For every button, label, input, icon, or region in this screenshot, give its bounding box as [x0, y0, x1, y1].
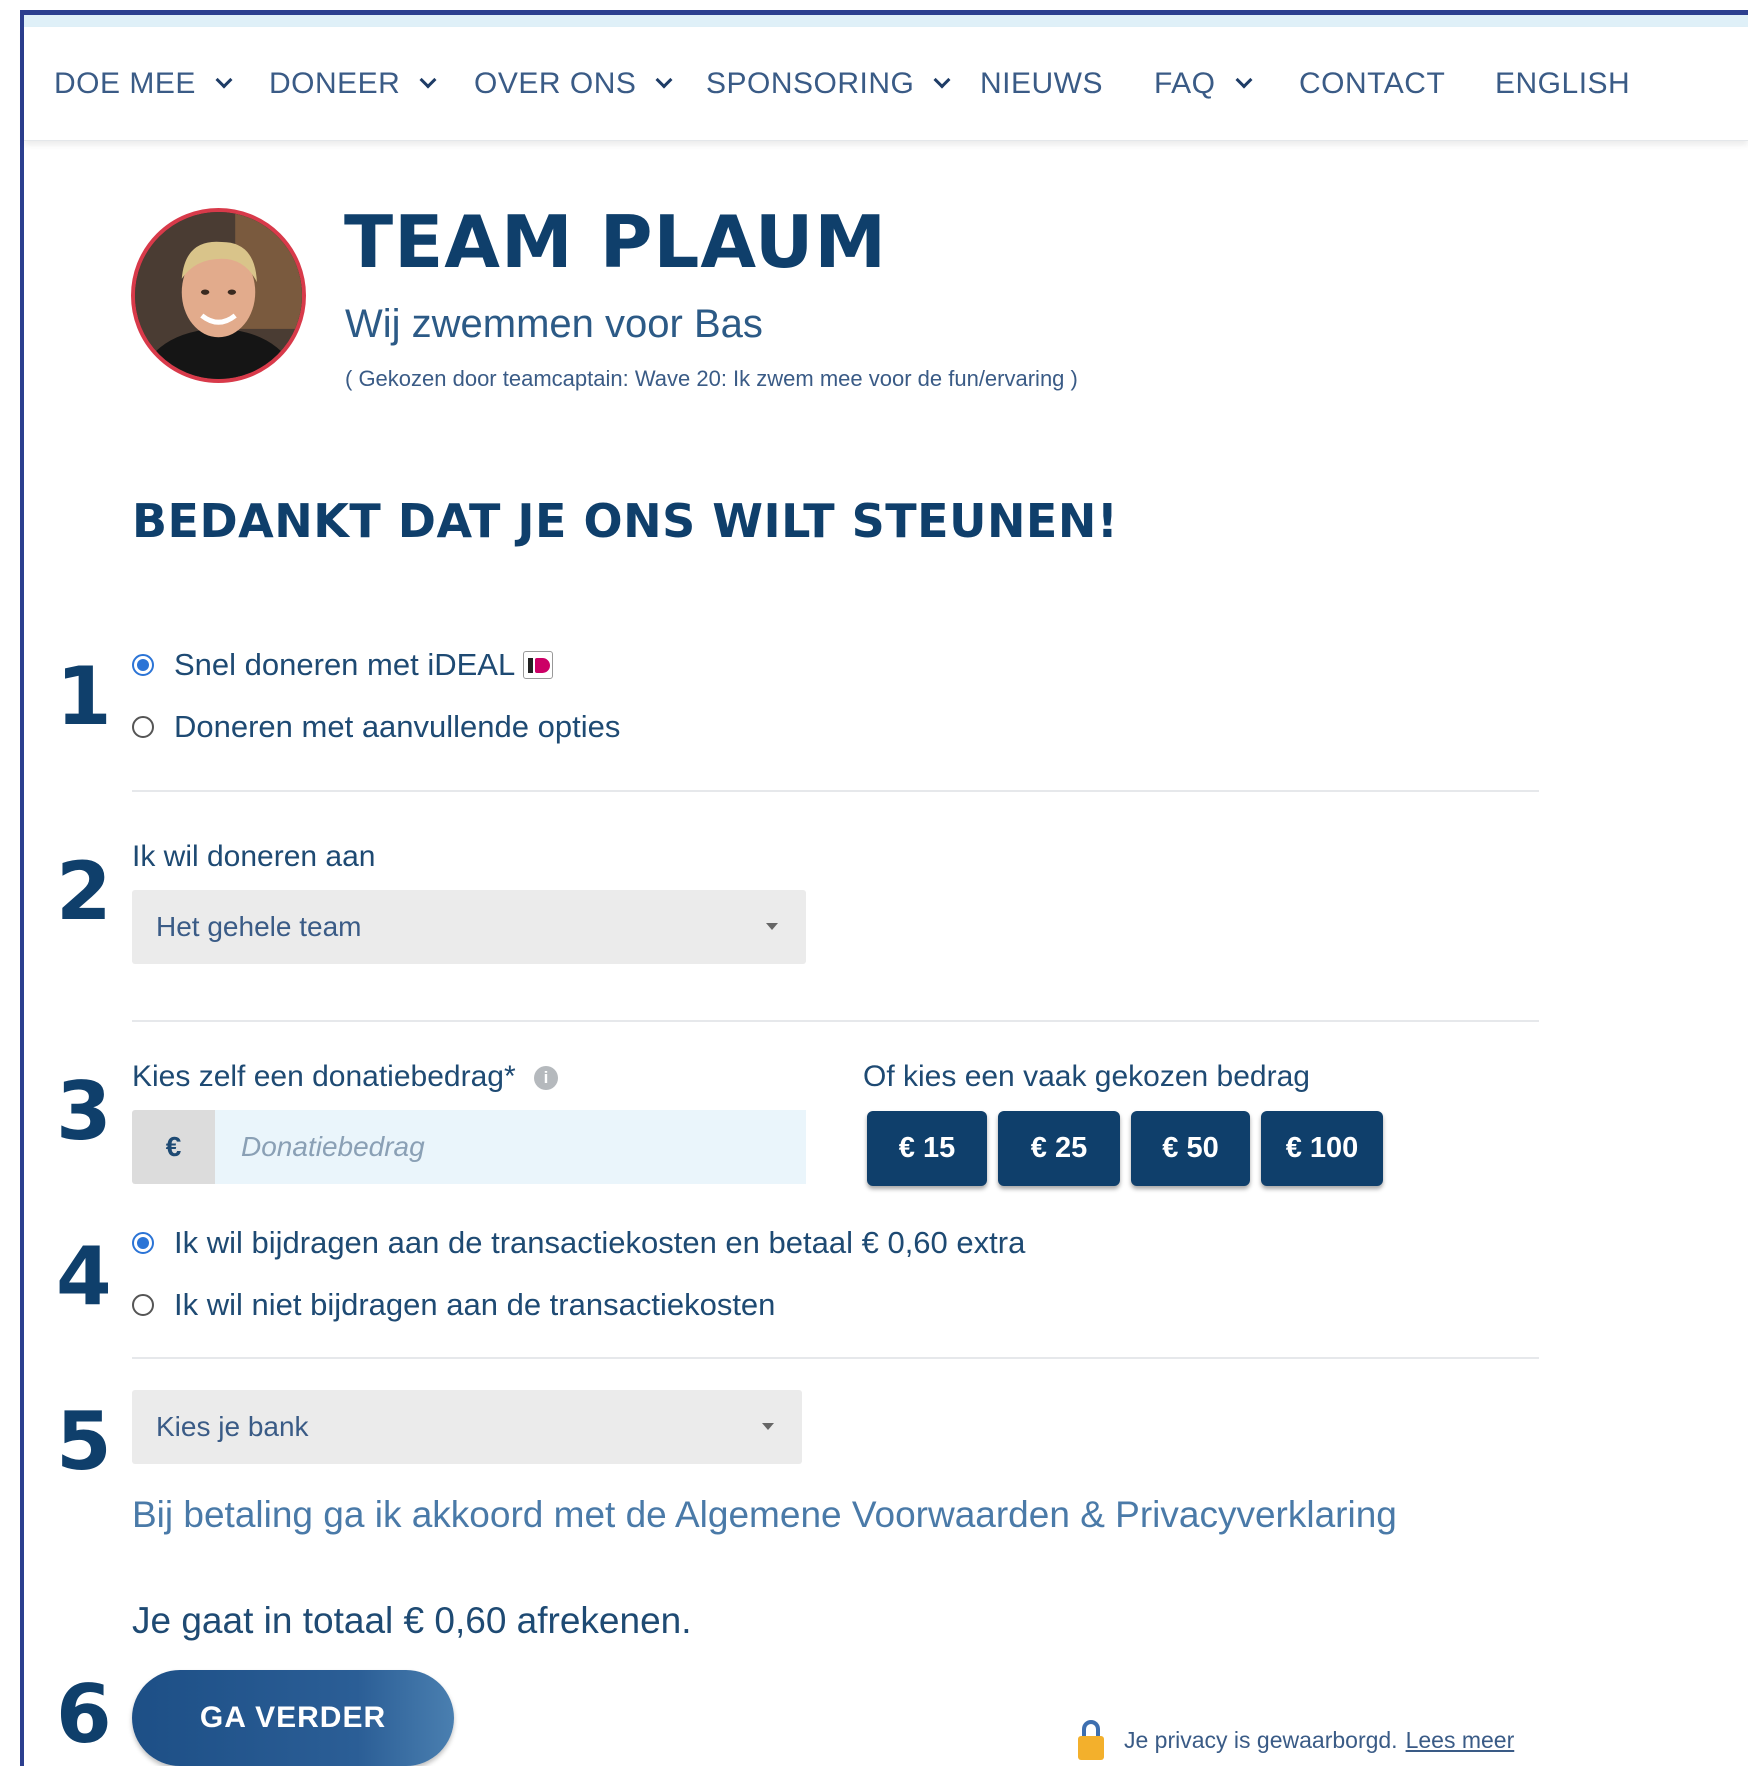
privacy-read-more-link[interactable]: Lees meer [1406, 1727, 1515, 1754]
team-title: TEAM PLAUM [344, 200, 888, 284]
preset-amounts-label: Of kies een vaak gekozen bedrag [863, 1060, 1310, 1093]
nav-item-label: DOE MEE [54, 67, 196, 100]
preset-amount-15-button[interactable]: € 15 [867, 1111, 987, 1186]
ideal-logo-icon [523, 651, 554, 679]
nav-item-label: SPONSORING [706, 67, 915, 100]
team-subtitle: Wij zwemmen voor Bas [345, 302, 763, 346]
nav-item-label: NIEUWS [980, 67, 1103, 100]
recipient-select-value: Het gehele team [156, 911, 362, 942]
amount-input-group[interactable]: € [132, 1110, 806, 1184]
nav-item-label: CONTACT [1299, 67, 1446, 100]
radio-extra-options[interactable]: Doneren met aanvullende opties [132, 709, 620, 745]
preset-amount-100-button[interactable]: € 100 [1261, 1111, 1383, 1186]
chevron-down-icon [419, 71, 437, 89]
chevron-down-icon [933, 71, 951, 89]
total-amount-text: Je gaat in totaal € 0,60 afrekenen. [132, 1600, 692, 1641]
custom-amount-label-text: Kies zelf een donatiebedrag* [132, 1060, 516, 1093]
frame-left-border [20, 10, 24, 1766]
nav-item-over-ons[interactable]: OVER ONS [474, 27, 673, 141]
section-divider [132, 1020, 1539, 1022]
currency-prefix: € [132, 1110, 215, 1184]
team-captain-avatar [131, 208, 306, 383]
step-number-5: 5 [56, 1395, 112, 1488]
thanks-heading: BEDANKT DAT JE ONS WILT STEUNEN! [132, 494, 1119, 548]
step-number-2: 2 [56, 845, 112, 938]
caret-down-icon [762, 1423, 774, 1430]
radio-no-transaction-costs[interactable]: Ik wil niet bijdragen aan de transactiek… [132, 1287, 775, 1323]
radio-button[interactable] [132, 1294, 154, 1316]
chevron-down-icon [655, 71, 673, 89]
radio-label: Ik wil niet bijdragen aan de transactiek… [174, 1287, 776, 1322]
preset-amount-25-button[interactable]: € 25 [998, 1111, 1120, 1186]
nav-item-label: FAQ [1154, 67, 1216, 100]
chevron-down-icon [1235, 71, 1253, 89]
preset-amount-50-button[interactable]: € 50 [1131, 1111, 1250, 1186]
privacy-notice: Je privacy is gewaarborgd. Lees meer [1078, 1720, 1514, 1760]
nav-item-english[interactable]: ENGLISH [1495, 27, 1630, 141]
donate-to-label: Ik wil doneren aan [132, 840, 376, 873]
section-divider [132, 1357, 1539, 1359]
nav-item-faq[interactable]: FAQ [1154, 27, 1253, 141]
nav-item-doneer[interactable]: DONEER [269, 27, 437, 141]
radio-label: Doneren met aanvullende opties [174, 709, 621, 744]
person-photo-icon [135, 212, 302, 379]
section-divider [132, 790, 1539, 792]
team-wave-note: ( Gekozen door teamcaptain: Wave 20: Ik … [345, 366, 1078, 391]
recipient-select[interactable]: Het gehele team [132, 890, 806, 964]
radio-ideal-fast[interactable]: Snel doneren met iDEAL [132, 647, 554, 683]
nav-item-contact[interactable]: CONTACT [1299, 27, 1445, 141]
continue-button[interactable]: GA VERDER [132, 1670, 454, 1766]
radio-button[interactable] [132, 716, 154, 738]
privacy-text: Je privacy is gewaarborgd. [1124, 1726, 1398, 1753]
radio-label: Ik wil bijdragen aan de transactiekosten… [174, 1225, 1026, 1260]
radio-button-selected[interactable] [132, 1232, 154, 1254]
chevron-down-icon [215, 71, 233, 89]
nav-item-doe-mee[interactable]: DOE MEE [54, 27, 233, 141]
radio-label: Snel doneren met iDEAL [174, 647, 516, 682]
main-nav: DOE MEE DONEER OVER ONS SPONSORING NIEUW… [24, 27, 1748, 141]
info-icon[interactable]: i [533, 1066, 558, 1091]
frame-top-band [22, 15, 1748, 27]
nav-item-sponsoring[interactable]: SPONSORING [706, 27, 951, 141]
caret-down-icon [766, 923, 778, 930]
step-number-3: 3 [56, 1065, 112, 1158]
bank-select-placeholder: Kies je bank [156, 1411, 309, 1442]
step-number-6: 6 [56, 1668, 112, 1761]
terms-agreement-text: Bij betaling ga ik akkoord met de Algeme… [132, 1494, 1397, 1535]
bank-select[interactable]: Kies je bank [132, 1390, 802, 1464]
donation-amount-input[interactable] [215, 1110, 806, 1184]
nav-item-label: DONEER [269, 67, 401, 100]
step-number-1: 1 [56, 650, 112, 743]
nav-item-nieuws[interactable]: NIEUWS [980, 27, 1103, 141]
custom-amount-label: Kies zelf een donatiebedrag* i [132, 1060, 558, 1094]
radio-pay-transaction-costs[interactable]: Ik wil bijdragen aan de transactiekosten… [132, 1225, 1025, 1261]
lock-icon [1078, 1720, 1104, 1760]
nav-item-label: ENGLISH [1495, 67, 1631, 100]
radio-button-selected[interactable] [132, 654, 154, 676]
nav-item-label: OVER ONS [474, 67, 637, 100]
step-number-4: 4 [56, 1230, 112, 1323]
